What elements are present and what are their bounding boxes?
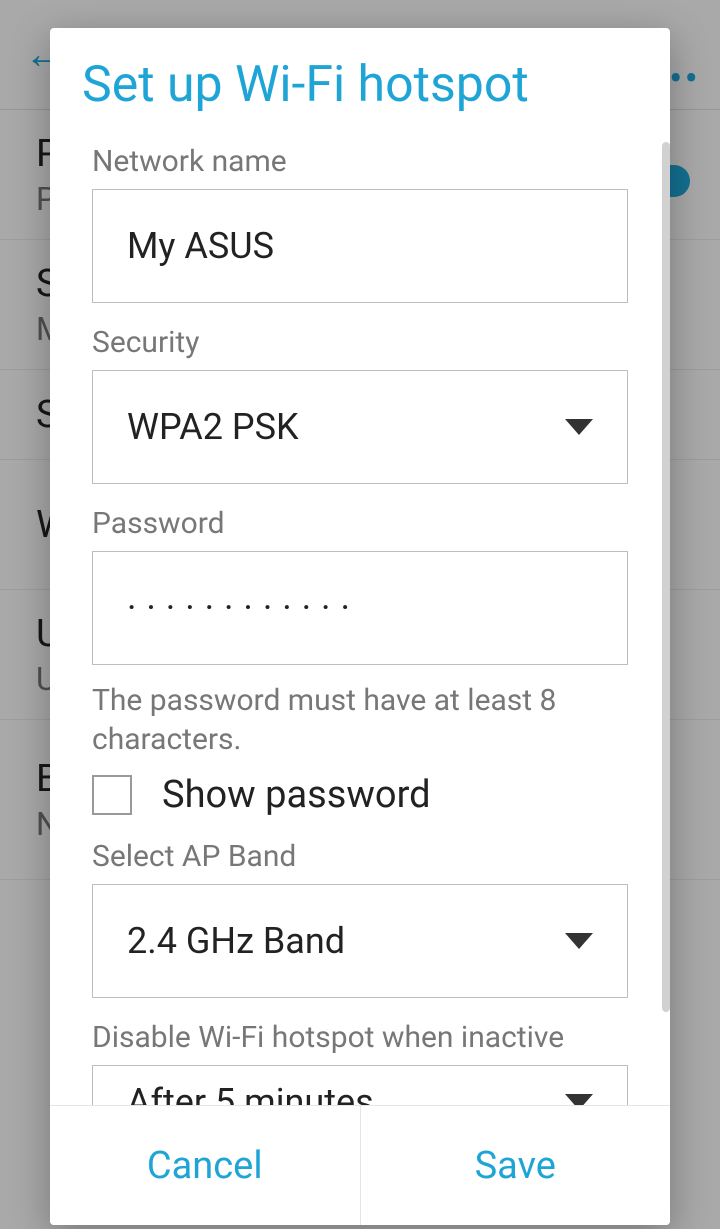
password-hint: The password must have at least 8 charac…	[92, 681, 628, 759]
cancel-button[interactable]: Cancel	[50, 1106, 360, 1225]
wifi-hotspot-dialog: Set up Wi-Fi hotspot Network name Securi…	[50, 28, 670, 1225]
show-password-label: Show password	[162, 773, 431, 817]
dialog-actions: Cancel Save	[50, 1105, 670, 1225]
security-select[interactable]: WPA2 PSK	[92, 370, 628, 484]
chevron-down-icon	[565, 933, 593, 949]
ap-band-label: Select AP Band	[92, 839, 628, 874]
ap-band-select[interactable]: 2.4 GHz Band	[92, 884, 628, 998]
chevron-down-icon	[565, 1094, 593, 1106]
password-input[interactable]: ············	[92, 551, 628, 665]
show-password-row[interactable]: Show password	[92, 773, 628, 817]
show-password-checkbox[interactable]	[92, 775, 132, 815]
security-value: WPA2 PSK	[127, 406, 299, 448]
disable-inactive-select[interactable]: After 5 minutes	[92, 1065, 628, 1105]
dialog-title: Set up Wi-Fi hotspot	[50, 28, 670, 122]
chevron-down-icon	[565, 419, 593, 435]
network-name-input[interactable]	[92, 189, 628, 303]
scrollbar[interactable]	[662, 142, 670, 1012]
save-button[interactable]: Save	[360, 1106, 671, 1225]
ap-band-value: 2.4 GHz Band	[127, 920, 345, 962]
security-label: Security	[92, 325, 628, 360]
password-masked-value: ············	[127, 587, 360, 629]
password-label: Password	[92, 506, 628, 541]
disable-inactive-value: After 5 minutes	[127, 1081, 374, 1106]
network-name-field[interactable]	[127, 225, 593, 267]
network-name-label: Network name	[92, 144, 628, 179]
disable-inactive-label: Disable Wi-Fi hotspot when inactive	[92, 1020, 628, 1055]
dialog-body: Network name Security WPA2 PSK Password …	[50, 122, 670, 1105]
